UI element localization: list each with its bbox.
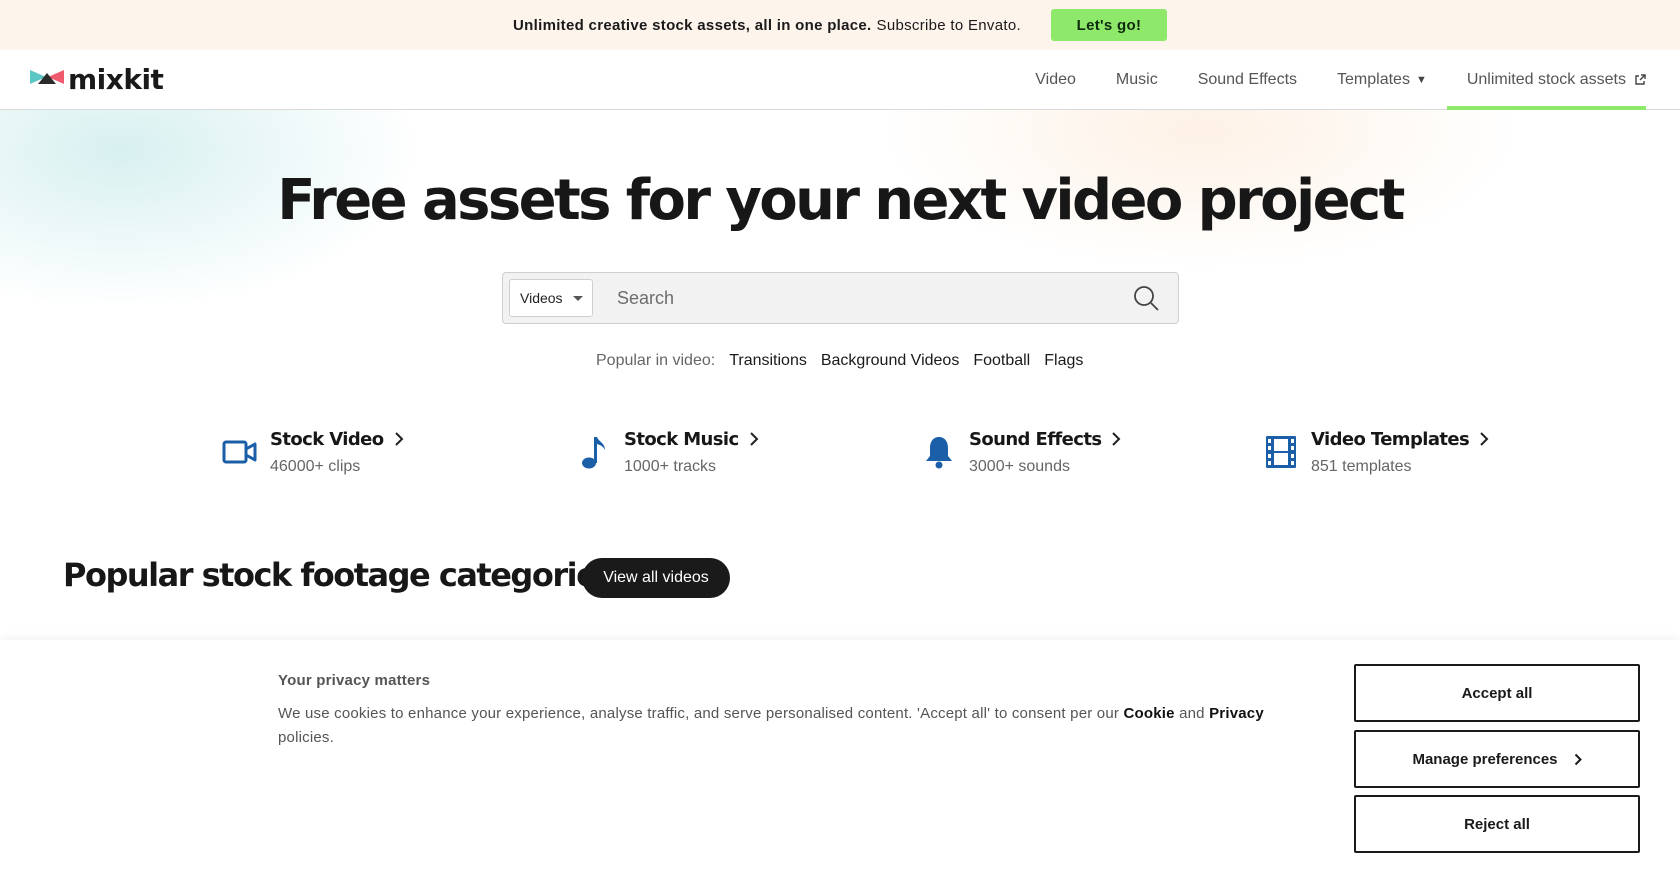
search-icon[interactable] bbox=[1126, 278, 1166, 318]
category-stock-video[interactable]: Stock Video 46000+ clips bbox=[218, 424, 404, 476]
category-title: Stock Video bbox=[270, 424, 404, 454]
main-nav: Video Music Sound Effects Templates ▼ Un… bbox=[1015, 50, 1646, 110]
privacy-policy-link[interactable]: Privacy bbox=[1209, 705, 1264, 722]
popular-link-background-videos[interactable]: Background Videos bbox=[821, 352, 959, 370]
cookie-text-and: and bbox=[1179, 705, 1205, 722]
nav-sound-effects[interactable]: Sound Effects bbox=[1178, 50, 1317, 110]
category-count: 1000+ tracks bbox=[624, 458, 717, 475]
search-category-value: Videos bbox=[520, 290, 563, 306]
category-title-text: Video Templates bbox=[1311, 428, 1470, 450]
popular-link-flags[interactable]: Flags bbox=[1044, 352, 1083, 370]
logo-wordmark: mixkit bbox=[68, 63, 164, 96]
category-count: 3000+ sounds bbox=[969, 458, 1070, 475]
film-strip-icon bbox=[1259, 430, 1303, 474]
nav-templates-label: Templates bbox=[1337, 70, 1410, 88]
chevron-down-icon bbox=[573, 295, 583, 301]
category-stock-music[interactable]: Stock Music 1000+ tracks bbox=[572, 424, 759, 476]
promo-cta-button[interactable]: Let's go! bbox=[1050, 9, 1167, 41]
caret-down-icon: ▼ bbox=[1415, 73, 1427, 86]
popular-label: Popular in video: bbox=[596, 352, 716, 369]
hero-title: Free assets for your next video project bbox=[277, 168, 1405, 233]
chevron-right-icon bbox=[1111, 431, 1121, 447]
nav-templates[interactable]: Templates ▼ bbox=[1317, 50, 1447, 110]
cookie-policy-link[interactable]: Cookie bbox=[1123, 705, 1174, 722]
view-all-videos-button[interactable]: View all videos bbox=[582, 558, 730, 598]
accept-all-button[interactable]: Accept all bbox=[1354, 664, 1640, 722]
chevron-right-icon bbox=[1479, 431, 1489, 447]
nav-unlimited-label: Unlimited stock assets bbox=[1466, 70, 1626, 88]
category-title-text: Sound Effects bbox=[969, 428, 1102, 450]
category-count: 46000+ clips bbox=[270, 458, 361, 475]
bell-icon bbox=[917, 430, 961, 474]
reject-all-button[interactable]: Reject all bbox=[1354, 795, 1640, 853]
nav-unlimited-stock-assets[interactable]: Unlimited stock assets bbox=[1446, 50, 1646, 110]
promo-banner: Unlimited creative stock assets, all in … bbox=[0, 0, 1680, 50]
cookie-text: We use cookies to enhance your experienc… bbox=[278, 702, 1308, 750]
chevron-right-icon bbox=[1574, 753, 1582, 766]
logo-mark-icon bbox=[30, 67, 64, 92]
cookie-text-body: We use cookies to enhance your experienc… bbox=[278, 705, 1120, 722]
search-input[interactable] bbox=[593, 278, 1126, 318]
cookie-heading: Your privacy matters bbox=[278, 672, 431, 689]
cookie-text-end: policies. bbox=[278, 729, 334, 746]
cookie-banner: Your privacy matters We use cookies to e… bbox=[0, 640, 1680, 876]
category-title: Sound Effects bbox=[969, 424, 1121, 454]
category-title: Stock Music bbox=[624, 424, 759, 454]
site-header: mixkit Video Music Sound Effects Templat… bbox=[0, 50, 1680, 110]
section-title: Popular stock footage categories bbox=[63, 556, 615, 594]
nav-music[interactable]: Music bbox=[1096, 50, 1178, 110]
popular-link-football[interactable]: Football bbox=[973, 352, 1030, 370]
category-video-templates[interactable]: Video Templates 851 templates bbox=[1259, 424, 1489, 476]
category-title-text: Stock Video bbox=[270, 428, 384, 450]
chevron-right-icon bbox=[749, 431, 759, 447]
category-sound-effects[interactable]: Sound Effects 3000+ sounds bbox=[917, 424, 1121, 476]
music-note-icon bbox=[572, 430, 616, 474]
search-bar: Videos bbox=[502, 272, 1179, 324]
category-count: 851 templates bbox=[1311, 458, 1412, 475]
video-camera-icon bbox=[218, 430, 262, 474]
promo-text-light: Subscribe to Envato. bbox=[876, 16, 1021, 34]
popular-link-transitions[interactable]: Transitions bbox=[729, 352, 807, 370]
search-category-select[interactable]: Videos bbox=[509, 279, 593, 317]
manage-preferences-label: Manage preferences bbox=[1412, 750, 1558, 768]
popular-searches: Popular in video: Transitions Background… bbox=[596, 352, 1097, 370]
chevron-right-icon bbox=[394, 431, 404, 447]
nav-video[interactable]: Video bbox=[1015, 50, 1096, 110]
category-title-text: Stock Music bbox=[624, 428, 739, 450]
logo[interactable]: mixkit bbox=[30, 63, 164, 96]
manage-preferences-button[interactable]: Manage preferences bbox=[1354, 730, 1640, 788]
category-title: Video Templates bbox=[1311, 424, 1489, 454]
promo-text-strong: Unlimited creative stock assets, all in … bbox=[513, 16, 872, 34]
external-link-icon bbox=[1634, 73, 1646, 86]
